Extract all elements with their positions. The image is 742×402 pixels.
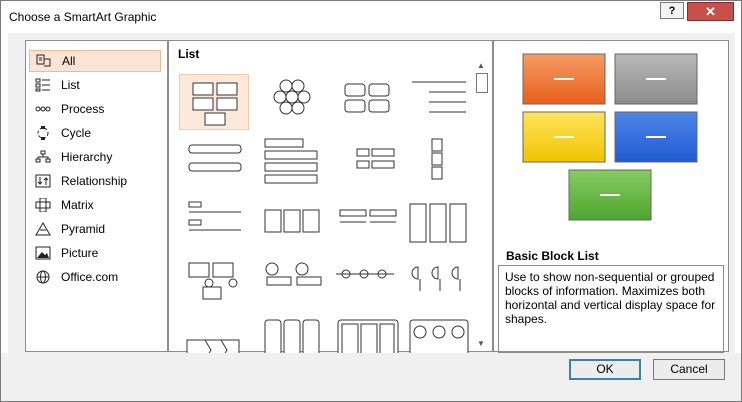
- process-icon: [34, 101, 52, 117]
- hierarchy-icon: [34, 149, 52, 165]
- layout-grouped-list[interactable]: [257, 196, 327, 252]
- list-icon: [34, 77, 52, 93]
- category-list-item[interactable]: List: [29, 74, 161, 96]
- preview-pane: Basic Block List Use to show non-sequent…: [493, 40, 729, 353]
- ok-button[interactable]: OK: [569, 359, 641, 380]
- layout-basic-block-list[interactable]: [179, 74, 249, 130]
- dialog-title: Choose a SmartArt Graphic: [9, 10, 157, 24]
- category-office-com[interactable]: Office.com: [29, 266, 161, 288]
- layout-horizontal-bullet[interactable]: [332, 135, 402, 191]
- layout-table-list[interactable]: [179, 196, 249, 252]
- layout-gallery: List ▲ ▼: [168, 40, 493, 369]
- help-button[interactable]: ?: [660, 2, 684, 19]
- preview-graphic: [522, 53, 698, 221]
- scroll-up-arrow-icon[interactable]: ▲: [477, 61, 485, 70]
- smartart-dialog: Choose a SmartArt Graphic ? ✕ All List P…: [0, 0, 742, 402]
- category-label: Pyramid: [61, 222, 106, 236]
- relationship-icon: [34, 173, 52, 189]
- category-all[interactable]: All: [29, 50, 161, 72]
- dialog-footer: OK Cancel: [1, 353, 741, 401]
- cancel-button[interactable]: Cancel: [653, 359, 725, 380]
- pyramid-icon: [34, 221, 52, 237]
- category-list: All List Process Cycle Hierarchy Relatio…: [25, 40, 168, 352]
- preview-title: Basic Block List: [506, 249, 599, 263]
- category-label: Relationship: [61, 174, 128, 188]
- matrix-icon: [34, 197, 52, 213]
- layout-vertical-box-list[interactable]: [404, 135, 474, 191]
- category-hierarchy[interactable]: Hierarchy: [29, 146, 161, 168]
- layout-circle-list[interactable]: [332, 257, 402, 313]
- gallery-scrollbar[interactable]: ▲ ▼: [475, 61, 489, 351]
- category-relationship[interactable]: Relationship: [29, 170, 161, 192]
- layout-lined-list[interactable]: [404, 74, 474, 130]
- gallery-heading: List: [178, 47, 200, 61]
- scroll-down-arrow-icon[interactable]: ▼: [477, 339, 485, 348]
- close-button[interactable]: ✕: [687, 2, 734, 21]
- title-bar: Choose a SmartArt Graphic ? ✕: [1, 1, 741, 33]
- category-label: Process: [61, 102, 105, 116]
- category-label: Office.com: [61, 270, 119, 284]
- category-label: List: [61, 78, 80, 92]
- layout-horizontal-list[interactable]: [332, 196, 402, 252]
- layout-circle-accent[interactable]: [257, 257, 327, 313]
- category-label: Matrix: [61, 198, 94, 212]
- category-label: Cycle: [61, 126, 92, 140]
- picture-icon: [34, 245, 52, 261]
- dialog-body: All List Process Cycle Hierarchy Relatio…: [8, 33, 735, 369]
- preview-description: Use to show non-sequential or grouped bl…: [498, 265, 724, 353]
- scroll-thumb[interactable]: [476, 73, 488, 93]
- cycle-icon: [34, 125, 52, 141]
- layout-hexagon-cluster[interactable]: [257, 74, 327, 130]
- category-process[interactable]: Process: [29, 98, 161, 120]
- category-matrix[interactable]: Matrix: [29, 194, 161, 216]
- category-picture[interactable]: Picture: [29, 242, 161, 264]
- category-label: Hierarchy: [61, 150, 113, 164]
- layout-stacked-list[interactable]: [257, 135, 327, 191]
- category-label: All: [62, 54, 76, 68]
- category-cycle[interactable]: Cycle: [29, 122, 161, 144]
- layout-picture-list[interactable]: [404, 196, 474, 252]
- layout-pie-list[interactable]: [404, 257, 474, 313]
- category-pyramid[interactable]: Pyramid: [29, 218, 161, 240]
- layout-vertical-bullet-list[interactable]: [179, 135, 249, 191]
- globe-icon: [34, 269, 52, 285]
- category-label: Picture: [61, 246, 99, 260]
- layout-rounded-block[interactable]: [332, 74, 402, 130]
- all-icon: [35, 53, 53, 69]
- layout-bending-picture[interactable]: [179, 257, 249, 313]
